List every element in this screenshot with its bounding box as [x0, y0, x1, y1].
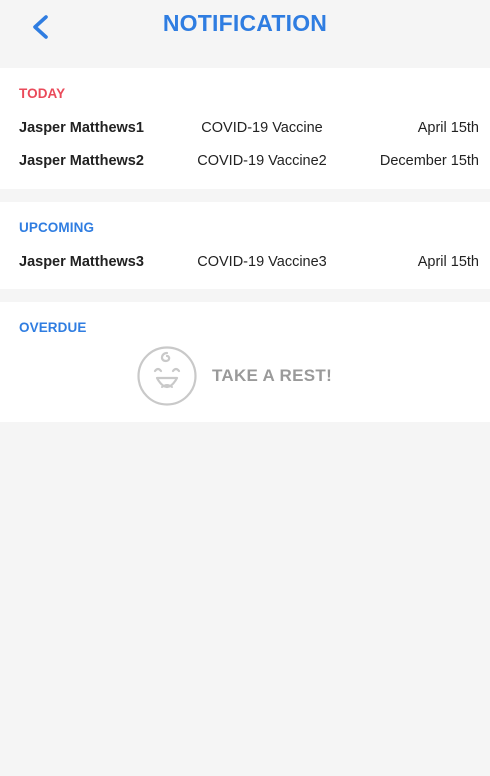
due-date: April 15th — [417, 253, 479, 270]
page-title: NOTIFICATION — [162, 10, 328, 36]
vaccine-name: COVID-19 Vaccine — [201, 119, 323, 136]
vaccine-name: COVID-19 Vaccine3 — [197, 253, 327, 270]
empty-state-text: TAKE A REST! — [211, 366, 333, 385]
empty-state: TAKE A REST! — [19, 345, 479, 407]
section-label-overdue: OVERDUE — [19, 320, 87, 335]
list-item[interactable]: Jasper Matthews3 COVID-19 Vaccine3 April… — [19, 245, 479, 278]
upcoming-section: UPCOMING Jasper Matthews3 COVID-19 Vacci… — [0, 202, 490, 289]
patient-name: Jasper Matthews1 — [19, 119, 144, 136]
vaccine-name: COVID-19 Vaccine2 — [197, 152, 327, 169]
patient-name: Jasper Matthews2 — [19, 152, 144, 169]
patient-name: Jasper Matthews3 — [19, 253, 144, 270]
today-section: TODAY Jasper Matthews1 COVID-19 Vaccine … — [0, 68, 490, 189]
header: NOTIFICATION — [0, 0, 490, 68]
list-item[interactable]: Jasper Matthews2 COVID-19 Vaccine2 Decem… — [19, 144, 479, 177]
section-label-upcoming: UPCOMING — [19, 220, 95, 235]
due-date: December 15th — [379, 152, 479, 169]
list-item[interactable]: Jasper Matthews1 COVID-19 Vaccine April … — [19, 111, 479, 144]
baby-face-icon — [137, 346, 197, 406]
overdue-section: OVERDUE TAKE A REST! — [0, 302, 490, 422]
section-label-today: TODAY — [19, 86, 66, 101]
due-date: April 15th — [417, 119, 479, 136]
